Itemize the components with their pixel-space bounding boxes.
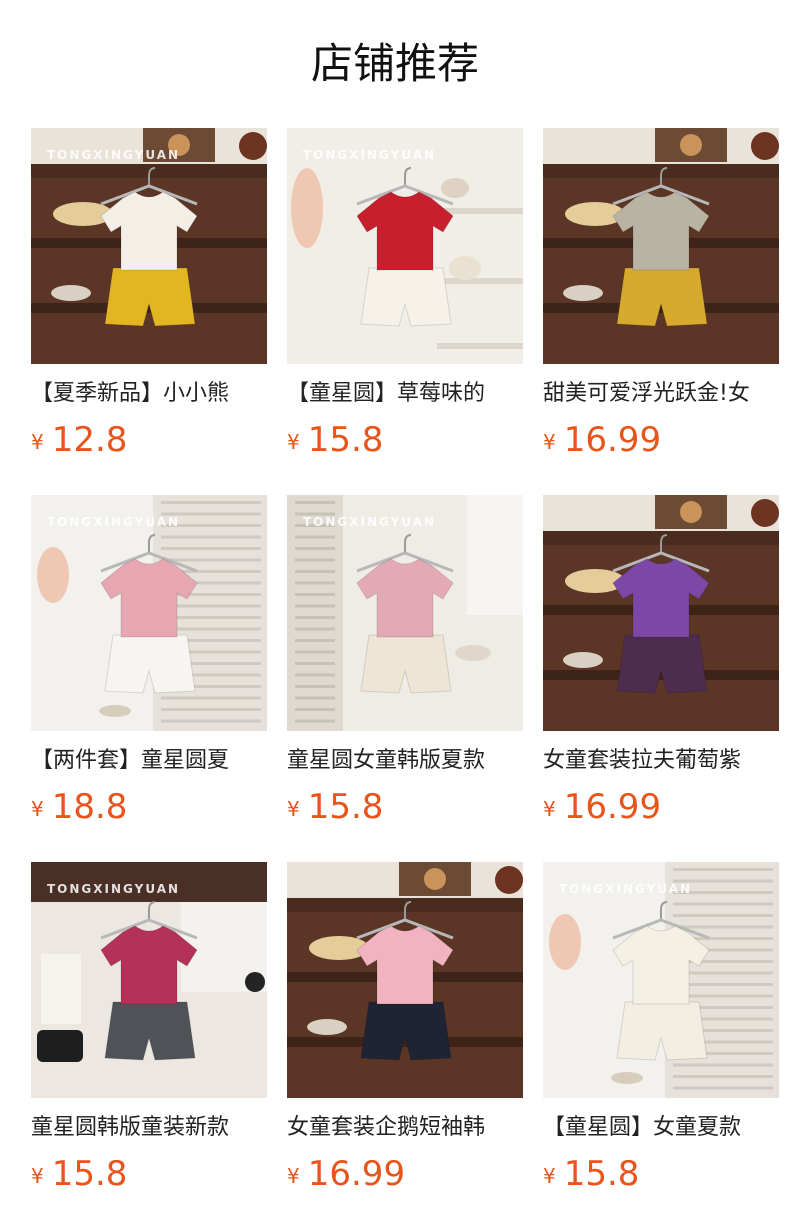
product-card[interactable]: TONGXINGYUAN 童星圆女童韩版夏款 ¥15.8 bbox=[287, 495, 523, 862]
currency-symbol: ¥ bbox=[31, 430, 44, 454]
product-image[interactable] bbox=[287, 862, 523, 1098]
product-card[interactable]: TONGXINGYUAN 【童星圆】草莓味的 ¥15.8 bbox=[287, 128, 523, 495]
product-photo bbox=[31, 862, 267, 1098]
currency-symbol: ¥ bbox=[543, 430, 556, 454]
product-image[interactable]: TONGXINGYUAN bbox=[31, 128, 267, 364]
product-name[interactable]: 女童套装企鹅短袖韩 bbox=[287, 1112, 523, 1146]
product-price: ¥15.8 bbox=[543, 1152, 779, 1196]
currency-symbol: ¥ bbox=[287, 797, 300, 821]
product-name[interactable]: 【两件套】童星圆夏 bbox=[31, 745, 267, 779]
product-photo bbox=[287, 495, 523, 731]
product-card[interactable]: 甜美可爱浮光跃金!女 ¥16.99 bbox=[543, 128, 779, 495]
price-amount: 16.99 bbox=[563, 420, 662, 460]
product-photo bbox=[287, 862, 523, 1098]
product-name[interactable]: 甜美可爱浮光跃金!女 bbox=[543, 378, 779, 412]
currency-symbol: ¥ bbox=[543, 797, 556, 821]
watermark-logo: TONGXINGYUAN bbox=[47, 515, 181, 529]
product-photo bbox=[543, 128, 779, 364]
product-price: ¥12.8 bbox=[31, 418, 267, 462]
currency-symbol: ¥ bbox=[287, 430, 300, 454]
price-amount: 15.8 bbox=[307, 787, 384, 827]
product-grid: TONGXINGYUAN 【夏季新品】小小熊 ¥12.8 TONGXINGYUA… bbox=[31, 128, 779, 1229]
watermark-logo: TONGXINGYUAN bbox=[47, 882, 181, 896]
product-name[interactable]: 童星圆韩版童装新款 bbox=[31, 1112, 267, 1146]
price-amount: 16.99 bbox=[563, 787, 662, 827]
product-name[interactable]: 【童星圆】草莓味的 bbox=[287, 378, 523, 412]
product-price: ¥16.99 bbox=[543, 785, 779, 829]
watermark-logo: TONGXINGYUAN bbox=[303, 148, 437, 162]
product-image[interactable]: TONGXINGYUAN bbox=[287, 495, 523, 731]
product-image[interactable]: TONGXINGYUAN bbox=[31, 495, 267, 731]
watermark-logo: TONGXINGYUAN bbox=[47, 148, 181, 162]
price-amount: 16.99 bbox=[307, 1154, 406, 1194]
product-price: ¥15.8 bbox=[287, 785, 523, 829]
product-price: ¥18.8 bbox=[31, 785, 267, 829]
currency-symbol: ¥ bbox=[543, 1164, 556, 1188]
watermark-logo: TONGXINGYUAN bbox=[559, 882, 693, 896]
product-price: ¥16.99 bbox=[543, 418, 779, 462]
product-image[interactable]: TONGXINGYUAN bbox=[543, 862, 779, 1098]
product-card[interactable]: 女童套装拉夫葡萄紫 ¥16.99 bbox=[543, 495, 779, 862]
product-image[interactable]: TONGXINGYUAN bbox=[287, 128, 523, 364]
currency-symbol: ¥ bbox=[287, 1164, 300, 1188]
product-price: ¥16.99 bbox=[287, 1152, 523, 1196]
product-image[interactable]: TONGXINGYUAN bbox=[31, 862, 267, 1098]
currency-symbol: ¥ bbox=[31, 797, 44, 821]
price-amount: 15.8 bbox=[563, 1154, 640, 1194]
product-price: ¥15.8 bbox=[31, 1152, 267, 1196]
product-photo bbox=[31, 495, 267, 731]
product-name[interactable]: 【童星圆】女童夏款 bbox=[543, 1112, 779, 1146]
product-photo bbox=[543, 495, 779, 731]
product-card[interactable]: TONGXINGYUAN 【两件套】童星圆夏 ¥18.8 bbox=[31, 495, 267, 862]
product-card[interactable]: TONGXINGYUAN 【童星圆】女童夏款 ¥15.8 bbox=[543, 862, 779, 1229]
product-card[interactable]: TONGXINGYUAN 【夏季新品】小小熊 ¥12.8 bbox=[31, 128, 267, 495]
watermark-logo: TONGXINGYUAN bbox=[303, 515, 437, 529]
product-image[interactable] bbox=[543, 495, 779, 731]
product-price: ¥15.8 bbox=[287, 418, 523, 462]
product-name[interactable]: 【夏季新品】小小熊 bbox=[31, 378, 267, 412]
price-amount: 18.8 bbox=[51, 787, 128, 827]
product-card[interactable]: TONGXINGYUAN 童星圆韩版童装新款 ¥15.8 bbox=[31, 862, 267, 1229]
price-amount: 12.8 bbox=[51, 420, 128, 460]
price-amount: 15.8 bbox=[307, 420, 384, 460]
product-photo bbox=[31, 128, 267, 364]
product-name[interactable]: 女童套装拉夫葡萄紫 bbox=[543, 745, 779, 779]
page-title: 店铺推荐 bbox=[310, 39, 479, 88]
product-photo bbox=[287, 128, 523, 364]
product-photo bbox=[543, 862, 779, 1098]
currency-symbol: ¥ bbox=[31, 1164, 44, 1188]
product-card[interactable]: 女童套装企鹅短袖韩 ¥16.99 bbox=[287, 862, 523, 1229]
product-name[interactable]: 童星圆女童韩版夏款 bbox=[287, 745, 523, 779]
price-amount: 15.8 bbox=[51, 1154, 128, 1194]
product-image[interactable] bbox=[543, 128, 779, 364]
